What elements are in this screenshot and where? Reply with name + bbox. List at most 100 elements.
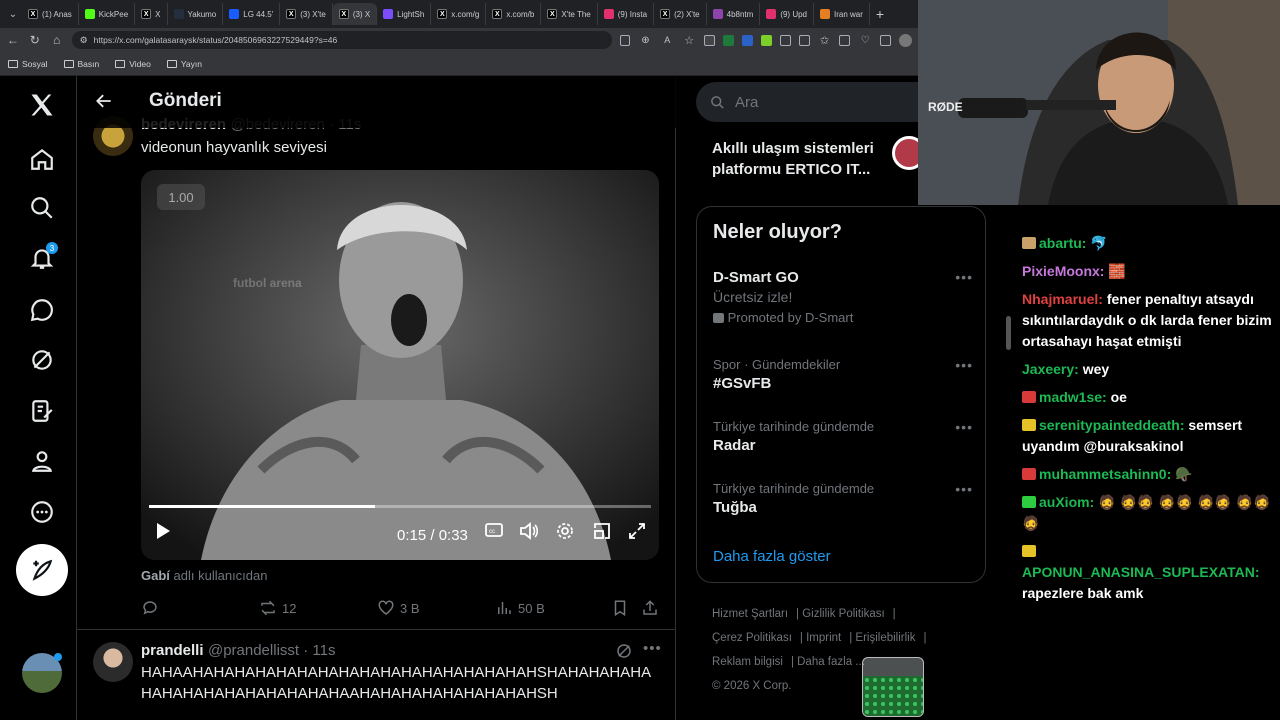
trend-item[interactable]: D-Smart GO Ücretsiz izle! Promoted by D-… xyxy=(713,269,973,325)
profile-icon[interactable] xyxy=(22,441,62,481)
reply-button[interactable] xyxy=(141,599,159,617)
reload-icon[interactable]: ↻ xyxy=(28,33,42,47)
captions-icon[interactable]: cc xyxy=(485,522,503,541)
retweet-button[interactable]: 12 xyxy=(259,599,296,617)
favorites-icon[interactable]: ✩ xyxy=(818,34,832,47)
browser-tab[interactable]: X X'te The xyxy=(541,3,598,25)
heart-icon[interactable]: ♡ xyxy=(858,35,872,46)
chat-scrollbar[interactable] xyxy=(1006,316,1011,350)
browser-tab[interactable]: KickPee xyxy=(79,3,136,25)
picture-in-picture-icon[interactable] xyxy=(593,522,611,543)
home-icon[interactable]: ⌂ xyxy=(50,33,64,47)
browser-tab[interactable]: Iran war xyxy=(814,3,870,25)
trend-item[interactable]: Türkiye tarihinde gündemde Tuğba ••• xyxy=(713,481,973,516)
url-field[interactable]: ⚙ https://x.com/galatasaraysk/status/204… xyxy=(71,31,612,49)
browser-tab[interactable]: 4b8ntm xyxy=(707,3,761,25)
back-arrow-icon[interactable]: ← xyxy=(6,33,20,47)
footer-link[interactable]: Imprint xyxy=(806,632,841,644)
share-button[interactable] xyxy=(641,599,659,617)
browser-tab[interactable]: X (3) X'te xyxy=(280,3,333,25)
promo-text[interactable]: Akıllı ulaşım sistemleri platformu ERTIC… xyxy=(712,138,902,180)
bookmark-folder[interactable]: Video xyxy=(115,59,151,69)
chat-username[interactable]: Nhajmaruel: xyxy=(1022,291,1103,307)
chat-username[interactable]: APONUN_ANASINA_SUPLEXATAN: xyxy=(1022,564,1260,580)
notifications-bell-icon[interactable]: 3 xyxy=(22,238,62,278)
messages-icon[interactable] xyxy=(22,290,62,330)
more-dots-icon[interactable]: ••• xyxy=(643,640,662,657)
copilot-icon[interactable] xyxy=(880,34,892,46)
zoom-icon[interactable]: ⊕ xyxy=(638,35,652,46)
extension-icon[interactable] xyxy=(722,34,734,46)
reply-author-handle[interactable]: @prandellisst · 11s xyxy=(208,642,336,659)
reply-author-avatar[interactable] xyxy=(93,642,133,682)
chat-username[interactable]: serenitypainteddeath: xyxy=(1039,417,1184,433)
new-tab-icon[interactable]: + xyxy=(876,6,884,22)
settings-gear-icon[interactable] xyxy=(556,522,574,543)
browser-tab[interactable]: X (2) X'te xyxy=(654,3,707,25)
profile-avatar-icon[interactable] xyxy=(899,33,912,47)
browser-tab[interactable]: Xx.com/g xyxy=(431,3,487,25)
favorite-star-icon[interactable]: ☆ xyxy=(682,34,696,47)
footer-link[interactable]: Daha fazla ... xyxy=(797,656,865,668)
footer-link[interactable]: Çerez Politikası xyxy=(712,632,792,644)
play-icon[interactable] xyxy=(155,522,171,543)
home-icon[interactable] xyxy=(22,139,62,179)
grok-icon[interactable] xyxy=(22,340,62,380)
extensions-puzzle-icon[interactable] xyxy=(779,34,791,46)
search-icon[interactable] xyxy=(22,188,62,228)
footer-link[interactable]: Reklam bilgisi xyxy=(712,656,783,668)
read-aloud-icon[interactable]: A xyxy=(660,35,674,45)
chat-username[interactable]: Jaxeery: xyxy=(1022,361,1079,377)
like-button[interactable]: 3 B xyxy=(377,599,420,617)
site-info-icon[interactable]: ⚙ xyxy=(80,35,88,46)
bookmark-button[interactable] xyxy=(611,599,629,617)
chat-username[interactable]: abartu: xyxy=(1039,235,1086,251)
extension-icon[interactable] xyxy=(741,34,753,46)
browser-tab[interactable]: X (1) Anas xyxy=(22,3,79,25)
reply-tweet[interactable]: prandelli @prandellisst · 11s HAHAAHAHAH… xyxy=(141,642,661,704)
footer-link[interactable]: Gizlilik Politikası xyxy=(802,608,884,620)
browser-tab[interactable]: (9) Upd xyxy=(760,3,814,25)
tab-groups-icon[interactable]: ⌄ xyxy=(4,9,22,20)
browser-tab[interactable]: LightSh xyxy=(377,3,432,25)
views-button[interactable]: 50 B xyxy=(495,599,545,617)
search-box[interactable]: Ara xyxy=(696,82,956,122)
browser-tab[interactable]: Yakumo xyxy=(168,3,224,25)
more-dots-icon[interactable]: ••• xyxy=(955,419,973,435)
split-view-icon[interactable] xyxy=(619,34,631,46)
volume-icon[interactable] xyxy=(519,522,539,543)
bookmark-folder[interactable]: Sosyal xyxy=(8,59,48,69)
bookmark-folder[interactable]: Basın xyxy=(63,59,99,69)
more-dots-icon[interactable]: ••• xyxy=(955,481,973,497)
chat-username[interactable]: auXiom: xyxy=(1039,494,1094,510)
post-button[interactable] xyxy=(16,544,68,596)
reply-author-name[interactable]: prandelli xyxy=(141,642,204,659)
sidebar-icon[interactable] xyxy=(798,34,810,46)
more-dots-icon[interactable]: ••• xyxy=(955,357,973,373)
fullscreen-icon[interactable] xyxy=(628,522,646,543)
x-logo-icon[interactable] xyxy=(22,85,62,125)
trend-item[interactable]: Türkiye tarihinde gündemde Radar ••• xyxy=(713,419,973,454)
video-credit-name[interactable]: Gabí xyxy=(141,568,170,583)
footer-link[interactable]: Hizmet Şartları xyxy=(712,608,788,620)
extension-icon[interactable] xyxy=(704,34,715,46)
chat-username[interactable]: PixieMoonx: xyxy=(1022,263,1104,279)
show-more-link[interactable]: Daha fazla göster xyxy=(713,548,831,565)
bookmark-folder[interactable]: Yayın xyxy=(166,59,202,69)
chat-username[interactable]: muhammetsahinn0: xyxy=(1039,466,1171,482)
browser-tab[interactable]: XX xyxy=(135,3,168,25)
browser-tab[interactable]: X (3) X xyxy=(332,3,378,25)
premium-compose-icon[interactable] xyxy=(22,391,62,431)
browser-tab[interactable]: (9) Insta xyxy=(598,3,655,25)
trend-item[interactable]: Spor · Gündemdekiler #GSvFB ••• xyxy=(713,357,973,392)
extension-icon[interactable] xyxy=(760,34,772,46)
back-button[interactable] xyxy=(87,84,121,118)
chat-username[interactable]: madw1se: xyxy=(1039,389,1107,405)
browser-tab[interactable]: LG 44.5' xyxy=(223,3,281,25)
browser-tab[interactable]: Xx.com/b xyxy=(486,3,542,25)
more-options-icon[interactable] xyxy=(22,492,62,532)
grok-icon[interactable] xyxy=(615,642,633,665)
footer-link[interactable]: Erişilebilirlik xyxy=(855,632,915,644)
collections-icon[interactable] xyxy=(839,34,851,46)
video-player[interactable]: 1.00 futbol arena 0:15 / 0:33 cc xyxy=(141,170,659,560)
